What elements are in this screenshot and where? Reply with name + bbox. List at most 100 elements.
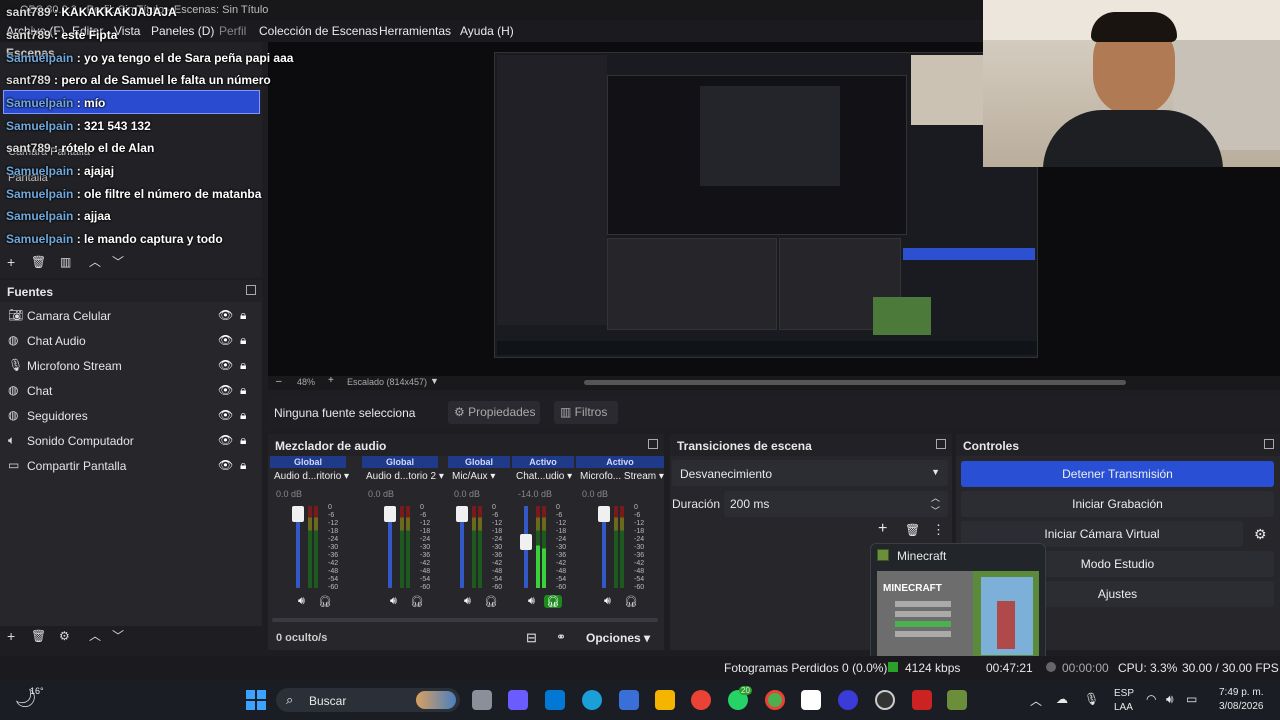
undock-icon[interactable] — [246, 285, 256, 295]
mixer-layout-icon[interactable]: ⊟ — [526, 630, 537, 646]
menu-help[interactable]: Ayuda (H) — [460, 24, 514, 38]
filter-icon[interactable]: ▥ — [60, 255, 71, 269]
move-down-button[interactable]: ﹀ — [112, 253, 124, 270]
eye-icon[interactable]: 👁︎ — [218, 433, 233, 447]
eye-icon[interactable]: 👁︎ — [218, 383, 233, 397]
move-up-button[interactable]: ︿ — [89, 627, 101, 644]
stepper-down-icon[interactable]: ﹀ — [931, 504, 940, 517]
menu-tools[interactable]: Herramientas — [379, 24, 451, 38]
add-transition-button[interactable]: + — [878, 520, 887, 538]
battery-icon[interactable]: ▭ — [1186, 692, 1197, 706]
eye-icon[interactable]: 👁︎ — [218, 358, 233, 372]
lock-icon[interactable]: 🔒︎ — [240, 433, 246, 448]
eye-icon[interactable]: 👁︎ — [218, 408, 233, 422]
headphones-icon[interactable]: 🎧︎ — [544, 595, 562, 608]
headphones-icon[interactable]: 🎧︎ — [410, 595, 424, 608]
app-icon[interactable] — [912, 690, 932, 710]
volume-icon[interactable]: 🔊︎ — [1166, 692, 1174, 707]
minecraft-preview-popup[interactable]: Minecraft MINECRAFT — [870, 543, 1046, 665]
language[interactable]: ESP — [1114, 688, 1134, 699]
trash-icon[interactable]: 🗑 — [905, 523, 920, 537]
add-source-button[interactable]: + — [7, 628, 15, 644]
filters-button[interactable]: ▥ Filtros — [554, 401, 618, 424]
source-item[interactable]: ◍ Chat 👁︎ 🔒︎ — [0, 378, 262, 403]
store-icon[interactable] — [619, 690, 639, 710]
mixer-scrollbar[interactable] — [272, 618, 658, 622]
task-view-icon[interactable] — [472, 690, 492, 710]
keyboard-layout[interactable]: LAA — [1114, 702, 1133, 713]
volume-handle[interactable] — [520, 534, 532, 550]
stepper-up-icon[interactable]: ︿ — [931, 491, 940, 504]
gear-icon[interactable]: ⚙ — [1254, 526, 1267, 543]
options-button[interactable]: Opciones ▾ — [586, 631, 650, 645]
minecraft-taskbar-icon[interactable] — [947, 690, 967, 710]
chevron-down-icon[interactable]: ▼ — [430, 376, 439, 386]
zoom-out-button[interactable]: – — [276, 376, 282, 387]
source-item[interactable]: ◍ Seguidores 👁︎ 🔒︎ — [0, 403, 262, 428]
eye-icon[interactable]: 👁︎ — [218, 333, 233, 347]
channel-name[interactable]: Audio d...ritorio ▾ — [274, 471, 349, 482]
trash-icon[interactable]: 🗑 — [31, 629, 46, 643]
source-item[interactable]: ◍ Chat Audio 👁︎ 🔒︎ — [0, 328, 262, 353]
edge-icon[interactable] — [582, 690, 602, 710]
channel-name[interactable]: Audio d...torio 2 ▾ — [366, 471, 444, 482]
move-up-button[interactable]: ︿ — [89, 253, 101, 270]
lock-icon[interactable]: 🔒︎ — [240, 308, 246, 323]
obs-icon[interactable] — [875, 690, 895, 710]
headphones-icon[interactable]: 🎧︎ — [484, 595, 498, 608]
capcut-icon[interactable] — [801, 690, 821, 710]
speaker-icon[interactable]: 🔊︎ — [528, 595, 535, 608]
eye-icon[interactable]: 👁︎ — [218, 308, 233, 322]
lock-icon[interactable]: 🔒︎ — [240, 333, 246, 348]
app-icon[interactable] — [838, 690, 858, 710]
move-down-button[interactable]: ﹀ — [112, 627, 124, 644]
speaker-icon[interactable]: 🔊︎ — [464, 595, 471, 608]
headphones-icon[interactable]: 🎧︎ — [318, 595, 332, 608]
file-explorer-icon[interactable] — [655, 690, 675, 710]
source-item[interactable]: 📷︎ Camara Celular 👁︎ 🔒︎ — [0, 303, 262, 328]
lock-icon[interactable]: 🔒︎ — [240, 458, 246, 473]
stop-streaming-button[interactable]: Detener Transmisión — [961, 461, 1274, 487]
dropbox-icon[interactable] — [545, 690, 565, 710]
lock-icon[interactable]: 🔒︎ — [240, 358, 246, 373]
lock-icon[interactable]: 🔒︎ — [240, 383, 246, 398]
duration-input[interactable]: 200 ms ︿ ﹀ — [724, 491, 948, 517]
chevron-up-icon[interactable]: ︿ — [1030, 692, 1042, 709]
add-scene-button[interactable]: + — [7, 254, 15, 270]
lock-icon[interactable]: 🔒︎ — [240, 408, 246, 423]
channel-name[interactable]: Chat...udio ▾ — [516, 471, 572, 482]
more-icon[interactable]: ⋮ — [932, 522, 945, 538]
photos-icon[interactable] — [691, 690, 711, 710]
copilot-icon[interactable] — [508, 690, 528, 710]
undock-icon[interactable] — [936, 439, 946, 449]
taskbar-search[interactable]: ⌕ Buscar — [276, 688, 460, 712]
start-recording-button[interactable]: Iniciar Grabación — [961, 491, 1274, 517]
volume-handle[interactable] — [292, 506, 304, 522]
volume-handle[interactable] — [384, 506, 396, 522]
headphones-icon[interactable]: 🎧︎ — [624, 595, 638, 608]
tray-icon[interactable]: ☁︎ — [1056, 692, 1068, 706]
channel-name[interactable]: Microfo... Stream ▾ — [580, 471, 664, 482]
chrome-icon[interactable] — [765, 690, 785, 710]
windows-start-icon[interactable] — [246, 690, 266, 710]
undock-icon[interactable] — [1264, 439, 1274, 449]
source-item[interactable]: ▭ Compartir Pantalla 👁︎ 🔒︎ — [0, 453, 262, 478]
source-item[interactable]: 🔈︎ Sonido Computador 👁︎ 🔒︎ — [0, 428, 262, 453]
volume-handle[interactable] — [598, 506, 610, 522]
wifi-icon[interactable]: ◠ — [1146, 692, 1156, 706]
transition-select[interactable]: Desvanecimiento ▼ — [672, 460, 948, 486]
properties-button[interactable]: ⚙ Propiedades — [448, 401, 540, 424]
speaker-icon[interactable]: 🔊︎ — [298, 595, 305, 608]
preview-canvas[interactable] — [494, 52, 1038, 358]
preview-scrollbar[interactable] — [584, 380, 1126, 385]
speaker-icon[interactable]: 🔊︎ — [604, 595, 611, 608]
gear-icon[interactable]: ⚙ — [59, 629, 70, 643]
speaker-icon[interactable]: 🔊︎ — [390, 595, 397, 608]
undock-icon[interactable] — [648, 439, 658, 449]
eye-icon[interactable]: 👁︎ — [218, 458, 233, 472]
mic-icon[interactable]: 🎙︎ — [1084, 692, 1099, 706]
trash-icon[interactable]: 🗑 — [31, 255, 46, 269]
clock-time[interactable]: 7:49 p. m. — [1219, 687, 1263, 698]
source-item[interactable]: 🎙︎ Microfono Stream 👁︎ 🔒︎ — [0, 353, 262, 378]
zoom-in-button[interactable]: + — [328, 375, 334, 386]
